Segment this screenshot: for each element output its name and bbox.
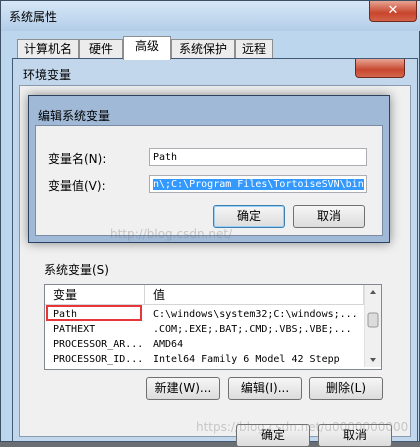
watermark-bottom: https://blog.csdn.net/u0000000000 (196, 420, 409, 434)
window-title: 系统属性 (9, 10, 58, 24)
variable-name-cell[interactable]: PROCESSOR_ID... (53, 352, 143, 367)
watermark-top: http://blog.csdn.net/ (110, 227, 233, 241)
column-header-value[interactable]: 值 (145, 285, 364, 305)
variable-name-label: 变量名(N): (48, 152, 107, 166)
delete-variable-button[interactable]: 删除(L) (309, 377, 383, 400)
variable-value-cell[interactable]: AMD64 (153, 337, 363, 352)
variable-value-cell[interactable]: Intel64 Family 6 Model 42 Stepp (153, 352, 363, 367)
variable-value-cell[interactable]: .COM;.EXE;.BAT;.CMD;.VBS;.VBE;... (153, 322, 363, 337)
selected-value-text: n\;C:\Program Files\TortoiseSVN\bin (153, 179, 364, 190)
tab-remote[interactable]: 远程 (235, 39, 273, 59)
tab-advanced[interactable]: 高级 (123, 36, 171, 60)
system-variables-list[interactable]: 变量 值 Path C:\windows\system32;C:\windows… (44, 284, 382, 370)
new-variable-button[interactable]: 新建(W)... (146, 377, 220, 400)
edit-ok-button[interactable]: 确定 (213, 205, 285, 228)
edit-variable-button[interactable]: 编辑(I)... (228, 377, 302, 400)
env-close-button[interactable] (355, 59, 405, 78)
variable-name-input[interactable]: Path (149, 148, 367, 166)
variable-value-cell[interactable]: C:\windows\system32;C:\windows;... (153, 307, 363, 322)
system-variables-label: 系统变量(S) (44, 263, 109, 277)
close-button[interactable]: ✕ (369, 1, 417, 22)
tab-computer-name[interactable]: 计算机名 (17, 39, 79, 59)
edit-cancel-button[interactable]: 取消 (293, 205, 365, 228)
column-header-variable[interactable]: 变量 (45, 285, 145, 305)
variable-value-label: 变量值(V): (48, 179, 106, 193)
env-window-title: 环境变量 (23, 68, 72, 82)
variable-value-input[interactable]: n\;C:\Program Files\TortoiseSVN\bin (149, 175, 367, 193)
tab-hardware[interactable]: 硬件 (79, 39, 123, 59)
variable-name-cell[interactable]: PROCESSOR_AR... (53, 337, 143, 352)
path-highlight-box (46, 305, 142, 321)
list-scrollbar[interactable] (364, 285, 381, 367)
edit-dialog-title: 编辑系统变量 (38, 109, 111, 123)
title-bar[interactable] (1, 1, 420, 31)
variable-name-cell[interactable]: PATHEXT (53, 322, 143, 337)
scrollbar-arrows-icon (367, 290, 379, 362)
tab-system-protection[interactable]: 系统保护 (171, 39, 235, 59)
